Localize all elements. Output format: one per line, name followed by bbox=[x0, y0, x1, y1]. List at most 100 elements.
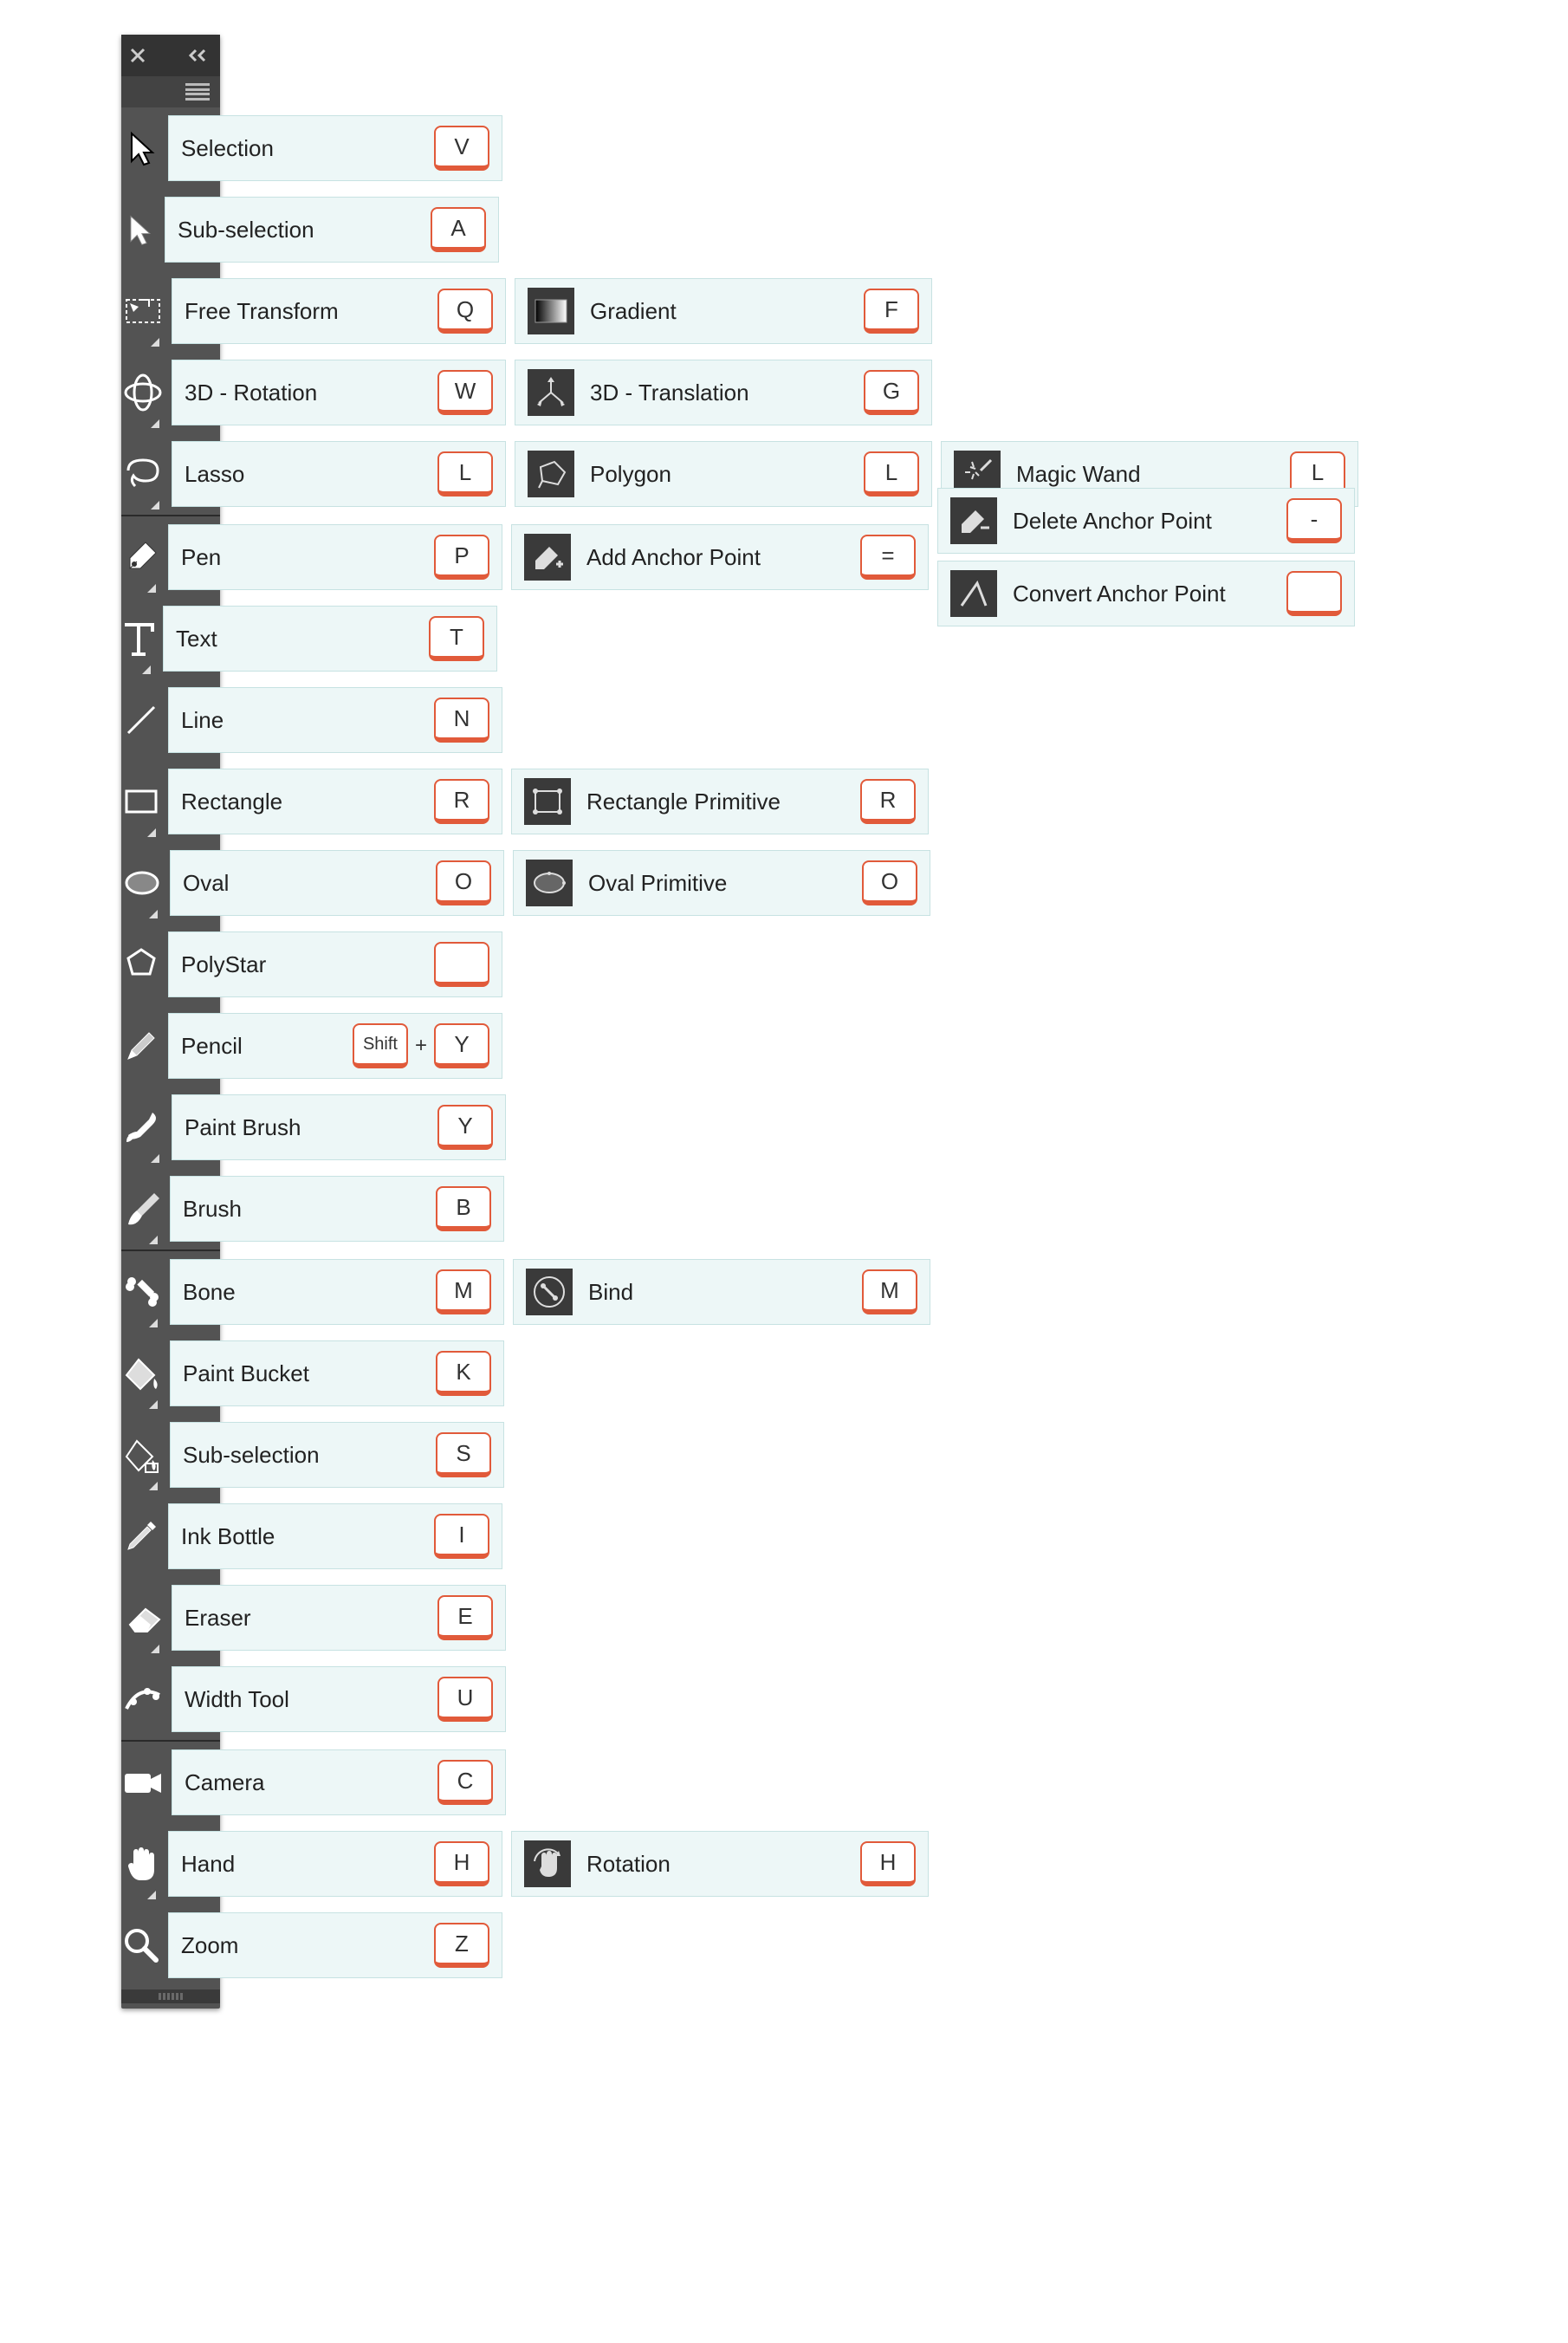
shortcut-key: V bbox=[434, 126, 489, 171]
shortcut-key: O bbox=[862, 860, 917, 905]
tool-label: 3D - Rotation bbox=[185, 380, 317, 406]
flyout-indicator-icon bbox=[151, 338, 159, 347]
collapse-icon[interactable] bbox=[187, 49, 211, 62]
tool-label: Hand bbox=[181, 1851, 235, 1878]
subselection-tool[interactable] bbox=[121, 189, 158, 270]
paintbucket-tool[interactable] bbox=[121, 1333, 163, 1414]
toolbar-menu-row bbox=[121, 76, 220, 107]
shortcut-key: S bbox=[436, 1432, 491, 1477]
tool-row-polystar: PolyStar bbox=[121, 924, 220, 1005]
tool-labels: ZoomZ bbox=[168, 1912, 502, 1978]
tool-labels: LineN bbox=[168, 687, 502, 753]
shortcut-key: I bbox=[434, 1514, 489, 1559]
rectangle-tool[interactable] bbox=[121, 761, 161, 842]
rotate3d-tool[interactable] bbox=[121, 352, 165, 433]
flyout-indicator-icon bbox=[142, 665, 151, 674]
tool-labels: PolyStar bbox=[168, 931, 502, 997]
tool-label: Sub-selection bbox=[183, 1442, 320, 1469]
close-icon[interactable] bbox=[130, 48, 146, 63]
tool-label: Rectangle Primitive bbox=[586, 789, 781, 815]
tool-labels: PencilShift+Y bbox=[168, 1013, 502, 1079]
selection-tool[interactable] bbox=[121, 107, 161, 189]
hand-tool[interactable] bbox=[121, 1823, 161, 1905]
freetransform-tool[interactable] bbox=[121, 270, 165, 352]
tool-label-card: Gradient F bbox=[515, 278, 932, 344]
shortcut-key: = bbox=[860, 535, 916, 580]
lasso-tool[interactable] bbox=[121, 433, 165, 515]
tool-row-pen: PenPAdd Anchor Point=Delete Anchor Point… bbox=[121, 516, 220, 598]
shortcut-key: H bbox=[860, 1841, 916, 1886]
tool-label: Pencil bbox=[181, 1033, 243, 1060]
flyout-indicator-icon bbox=[147, 584, 156, 593]
eraser-tool[interactable] bbox=[121, 1577, 165, 1658]
zoom-tool[interactable] bbox=[121, 1905, 161, 1986]
subselection2-tool[interactable] bbox=[121, 1414, 163, 1496]
tool-labels: OvalOOval PrimitiveO bbox=[170, 850, 930, 916]
tool-labels: Paint BucketK bbox=[170, 1340, 504, 1406]
tool-label: Magic Wand bbox=[1016, 461, 1141, 488]
tool-labels: EraserE bbox=[172, 1585, 506, 1651]
tool-label: Width Tool bbox=[185, 1686, 289, 1713]
camera-tool[interactable] bbox=[121, 1742, 165, 1823]
oval-prim-icon bbox=[526, 860, 573, 906]
pencil-tool[interactable] bbox=[121, 1005, 161, 1087]
tool-labels: CameraC bbox=[172, 1749, 506, 1815]
tool-row-pencil: PencilShift+Y bbox=[121, 1005, 220, 1087]
toolbar-grip[interactable] bbox=[121, 1989, 220, 2003]
paintbrush-tool[interactable] bbox=[121, 1087, 165, 1168]
plus-separator: + bbox=[415, 1034, 427, 1058]
shortcut-key: G bbox=[864, 370, 919, 415]
tool-row-inkbottle: Ink BottleI bbox=[121, 1496, 220, 1577]
tool-label-card: Add Anchor Point= bbox=[511, 524, 929, 590]
shortcut-key: W bbox=[437, 370, 493, 415]
tool-row-eraser: EraserE bbox=[121, 1577, 220, 1658]
flyout-indicator-icon bbox=[147, 828, 156, 837]
shortcut-key: Q bbox=[437, 289, 493, 334]
tool-label: Rotation bbox=[586, 1851, 671, 1878]
text-tool[interactable] bbox=[121, 598, 156, 679]
tool-label-card: Paint BucketK bbox=[170, 1340, 504, 1406]
flyout-indicator-icon bbox=[147, 1891, 156, 1899]
tool-labels: 3D - Rotation W 3D - Translation G bbox=[172, 360, 932, 425]
toolbar-header bbox=[121, 35, 220, 76]
polystar-tool[interactable] bbox=[121, 924, 161, 1005]
pen-del-icon bbox=[950, 497, 997, 544]
tool-label: Free Transform bbox=[185, 298, 339, 325]
shortcut-key: F bbox=[864, 289, 919, 334]
width-tool[interactable] bbox=[121, 1658, 165, 1740]
pen-tool[interactable] bbox=[121, 516, 161, 598]
tool-label: Gradient bbox=[590, 298, 677, 325]
tool-label-card: Sub-selection S bbox=[170, 1422, 504, 1488]
oval-tool[interactable] bbox=[121, 842, 163, 924]
shortcut-key: E bbox=[437, 1595, 493, 1640]
tool-label-card: Free Transform Q bbox=[172, 278, 506, 344]
tool-row-oval: OvalOOval PrimitiveO bbox=[121, 842, 220, 924]
tool-label-card: BoneM bbox=[170, 1259, 504, 1325]
tool-label: Text bbox=[176, 626, 217, 652]
brush-tool[interactable] bbox=[121, 1168, 163, 1249]
shortcut-key: Y bbox=[434, 1023, 489, 1068]
bone-tool[interactable] bbox=[121, 1251, 163, 1333]
tool-labels: Paint BrushY bbox=[172, 1094, 506, 1160]
tool-labels: BrushB bbox=[170, 1176, 504, 1242]
shortcut-key: A bbox=[431, 207, 486, 252]
tool-labels: SelectionV bbox=[168, 115, 502, 181]
pen-add-icon bbox=[524, 534, 571, 581]
tool-row-width: Width ToolU bbox=[121, 1658, 220, 1740]
tool-label: 3D - Translation bbox=[590, 380, 749, 406]
shortcut-key: Y bbox=[437, 1105, 493, 1150]
tool-labels: Ink BottleI bbox=[168, 1503, 502, 1569]
tool-row-subselection2: Sub-selectionS bbox=[121, 1414, 220, 1496]
tool-label-card: ZoomZ bbox=[168, 1912, 502, 1978]
tool-label-card: EraserE bbox=[172, 1585, 506, 1651]
shortcut-key: R bbox=[434, 779, 489, 824]
shortcut-key: C bbox=[437, 1760, 493, 1805]
flyout-indicator-icon bbox=[151, 1154, 159, 1163]
shortcut-key: M bbox=[436, 1269, 491, 1314]
menu-icon[interactable] bbox=[185, 83, 210, 101]
inkbottle-tool[interactable] bbox=[121, 1496, 161, 1577]
line-tool[interactable] bbox=[121, 679, 161, 761]
tool-labels: Text T bbox=[163, 606, 497, 672]
shortcut-key: T bbox=[429, 616, 484, 661]
tool-row-bone: BoneMBindM bbox=[121, 1251, 220, 1333]
